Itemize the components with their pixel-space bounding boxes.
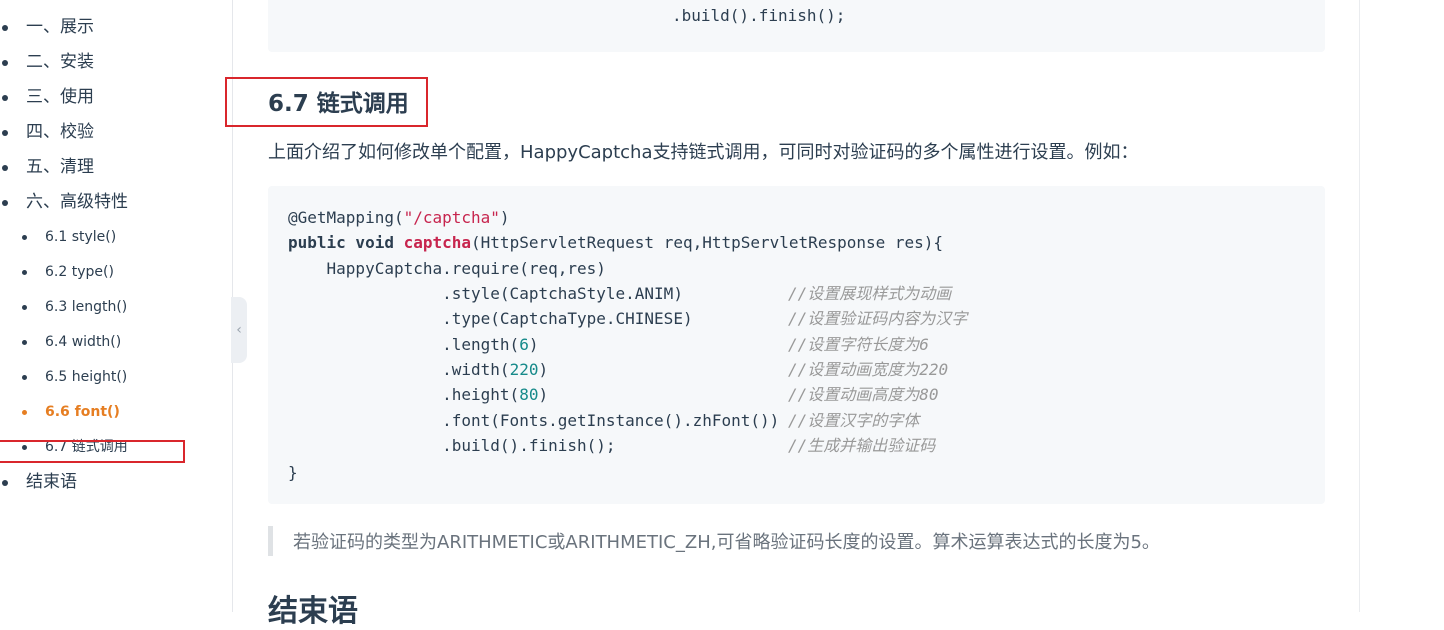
table-of-contents: 一、展示 二、安装 三、使用 四、校验 五、清理 六、高级特性 6.1 styl… [0, 10, 232, 500]
code-line: .width(220) [288, 360, 549, 379]
bullet-icon [2, 95, 8, 101]
bullet-icon [2, 480, 8, 486]
tip-text: 若验证码的类型为ARITHMETIC或ARITHMETIC_ZH,可省略验证码长… [293, 532, 1160, 553]
chevron-left-icon: ‹ [236, 322, 242, 338]
code-block-previous: (...) .build().finish(); [268, 0, 1325, 52]
toc-item-conclusion[interactable]: 结束语 [0, 465, 232, 500]
code-line: .build().finish(); [672, 6, 846, 25]
code-block-chain-call: @GetMapping("/captcha") public void capt… [268, 186, 1325, 504]
conclusion-heading: 结束语 [268, 594, 358, 629]
intro-paragraph: 上面介绍了如何修改单个配置，HappyCaptcha支持链式调用，可同时对验证码… [268, 142, 1139, 163]
content-border [1359, 0, 1360, 612]
title-highlight-box [225, 77, 428, 127]
toc-item-6-3[interactable]: 6.3 length() [0, 290, 232, 325]
code-comment: //设置动画高度为80 [788, 385, 939, 404]
toc-item-4[interactable]: 四、校验 [0, 115, 232, 150]
code-line: .style(CaptchaStyle.ANIM) [288, 284, 683, 303]
toc-item-6-4[interactable]: 6.4 width() [0, 325, 232, 360]
sidebar-collapse-button[interactable]: ‹ [231, 297, 247, 363]
code-line: @GetMapping("/captcha") [288, 208, 510, 227]
bullet-icon [2, 165, 8, 171]
code-line-cut: (...) [404, 0, 452, 3]
bullet-icon [22, 340, 27, 345]
code-comment: //设置展现样式为动画 [788, 284, 952, 303]
toc-item-5[interactable]: 五、清理 [0, 150, 232, 185]
bullet-icon [22, 305, 27, 310]
code-comment: //设置汉字的字体 [788, 411, 920, 430]
toc-item-6-2[interactable]: 6.2 type() [0, 255, 232, 290]
bullet-icon [22, 235, 27, 240]
bullet-icon [22, 375, 27, 380]
code-line: } [288, 463, 298, 482]
code-line: .length(6) [288, 335, 539, 354]
toc-item-6-5[interactable]: 6.5 height() [0, 360, 232, 395]
code-line: .build().finish(); [288, 436, 616, 455]
bullet-icon [2, 60, 8, 66]
bullet-icon [22, 410, 27, 415]
code-comment: //生成并输出验证码 [788, 436, 936, 455]
code-comment: //设置动画宽度为220 [788, 360, 949, 379]
bullet-icon [2, 200, 8, 206]
code-line: .type(CaptchaType.CHINESE) [288, 309, 693, 328]
toc-item-6-1[interactable]: 6.1 style() [0, 220, 232, 255]
code-comment: //设置字符长度为6 [788, 335, 929, 354]
toc-item-2[interactable]: 二、安装 [0, 45, 232, 80]
code-line: .height(80) [288, 385, 549, 404]
code-comment: //设置验证码内容为汉字 [788, 309, 968, 328]
sidebar: 一、展示 二、安装 三、使用 四、校验 五、清理 六、高级特性 6.1 styl… [0, 0, 233, 612]
bullet-icon [22, 270, 27, 275]
code-line: HappyCaptcha.require(req,res) [288, 259, 606, 278]
code-line: public void captcha(HttpServletRequest r… [288, 233, 944, 252]
toc-item-1[interactable]: 一、展示 [0, 10, 232, 45]
bullet-icon [2, 25, 8, 31]
toc-item-6[interactable]: 六、高级特性 [0, 185, 232, 220]
tip-blockquote: 若验证码的类型为ARITHMETIC或ARITHMETIC_ZH,可省略验证码长… [268, 526, 1325, 556]
bullet-icon [2, 130, 8, 136]
toc-item-6-6-active[interactable]: 6.6 font() [0, 395, 232, 430]
sidebar-highlight-box [0, 440, 185, 463]
code-line: .font(Fonts.getInstance().zhFont()) [288, 411, 780, 430]
toc-item-3[interactable]: 三、使用 [0, 80, 232, 115]
